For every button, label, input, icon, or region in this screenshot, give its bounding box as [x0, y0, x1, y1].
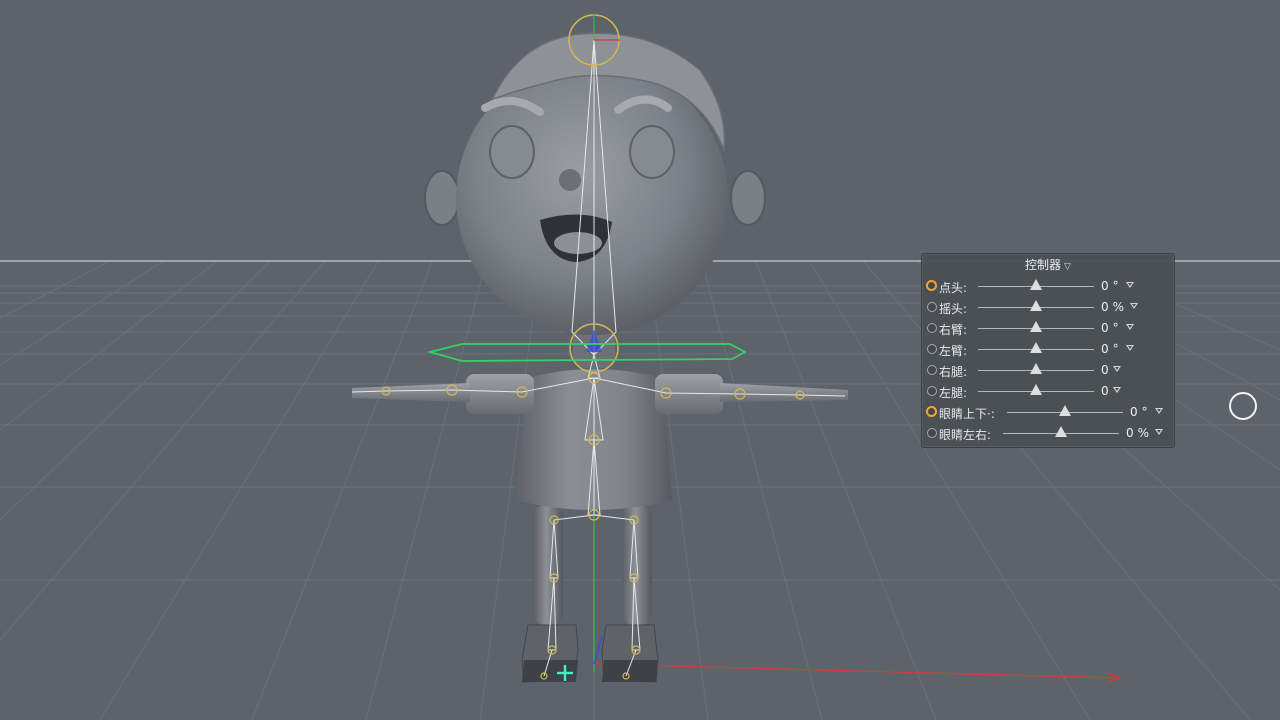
controller-row-label: 摇头:	[939, 302, 968, 316]
controller-value[interactable]: 0 °	[1130, 405, 1148, 419]
slider-thumb[interactable]	[1055, 426, 1067, 437]
slider-thumb[interactable]	[1030, 321, 1042, 332]
caret-down-icon[interactable]	[1126, 345, 1134, 351]
controller-row: 右臂: 0 °	[922, 318, 1174, 339]
caret-down-icon[interactable]	[1155, 429, 1163, 435]
slider-thumb[interactable]	[1030, 342, 1042, 353]
controller-row: 右腿: 0	[922, 360, 1174, 381]
controller-value[interactable]: 0 °	[1101, 321, 1119, 335]
controller-value[interactable]: 0	[1101, 363, 1109, 377]
slider-thumb[interactable]	[1030, 384, 1042, 395]
controller-value-unit: °	[1112, 279, 1119, 293]
keyframe-dot-icon[interactable]	[927, 428, 937, 438]
controller-row-label: 右臂:	[939, 323, 968, 337]
left-eye	[629, 125, 675, 179]
controller-row: 左腿: 0	[922, 381, 1174, 402]
controller-value-number: 0	[1101, 384, 1109, 398]
controller-value-unit: °	[1112, 321, 1119, 335]
3d-viewport[interactable]: 控制器 ▽ 点头: 0 ° 摇头: 0% 右臂: 0 ° 左臂: 0 ° 右腿: 0 左腿: 0 眼睛上下·: 0…	[0, 0, 1280, 720]
controller-value-number: 0	[1101, 321, 1109, 335]
controller-panel-header[interactable]: 控制器 ▽	[922, 254, 1174, 276]
controller-value-number: 0	[1130, 405, 1138, 419]
caret-down-icon[interactable]: ▽	[1064, 262, 1071, 272]
right-sleeve	[466, 374, 534, 414]
controller-row: 左臂: 0 °	[922, 339, 1174, 360]
controller-row: 点头: 0 °	[922, 276, 1174, 297]
keyframe-dot-icon[interactable]	[927, 344, 937, 354]
right-eye	[489, 125, 535, 179]
x-axis-line	[593, 663, 1119, 679]
keyframe-dot-icon[interactable]	[927, 302, 937, 312]
right-shoe-sole	[522, 660, 578, 682]
controller-value-number: 0	[1101, 279, 1109, 293]
controller-value-number: 0	[1101, 300, 1109, 314]
controller-panel: 控制器 ▽ 点头: 0 ° 摇头: 0% 右臂: 0 ° 左臂: 0 ° 右腿: 0 左腿: 0 眼睛上下·: 0…	[921, 253, 1175, 448]
controller-row-label: 左腿:	[939, 386, 968, 400]
caret-down-icon[interactable]	[1130, 303, 1138, 309]
controller-row-label: 左臂:	[939, 344, 968, 358]
controller-value[interactable]: 0	[1101, 384, 1109, 398]
controller-row: 摇头: 0%	[922, 297, 1174, 318]
controller-title: 控制器	[1025, 258, 1062, 272]
caret-down-icon[interactable]	[1126, 282, 1134, 288]
slider-thumb[interactable]	[1030, 300, 1042, 311]
character-model	[352, 32, 848, 683]
keyframe-dot-icon[interactable]	[926, 406, 937, 417]
navigation-circle-icon[interactable]	[1229, 392, 1257, 420]
controller-value[interactable]: 0 °	[1101, 342, 1119, 356]
right-arm	[352, 383, 470, 402]
caret-down-icon[interactable]	[1155, 408, 1163, 414]
slider-thumb[interactable]	[1030, 363, 1042, 374]
caret-down-icon[interactable]	[1113, 366, 1121, 372]
slider-thumb[interactable]	[1030, 279, 1042, 290]
keyframe-dot-icon[interactable]	[927, 323, 937, 333]
controller-row-label: 右腿:	[939, 365, 968, 379]
controller-row-label: 眼睛上下·:	[939, 407, 995, 421]
controller-value-number: 0	[1126, 426, 1134, 440]
controller-value-unit: %	[1112, 300, 1125, 314]
caret-down-icon[interactable]	[1126, 324, 1134, 330]
z-axis-line	[593, 635, 603, 665]
controller-row: 眼睛上下·: 0 °	[922, 402, 1174, 423]
caret-down-icon[interactable]	[1113, 387, 1121, 393]
nose	[559, 169, 581, 191]
controller-value[interactable]: 0 °	[1101, 279, 1119, 293]
keyframe-dot-icon[interactable]	[926, 280, 937, 291]
controller-value-number: 0	[1101, 342, 1109, 356]
keyframe-dot-icon[interactable]	[927, 386, 937, 396]
left-shoe-sole	[602, 660, 658, 682]
controller-value-number: 0	[1101, 363, 1109, 377]
slider-thumb[interactable]	[1059, 405, 1071, 416]
controller-row-label: 眼睛左右:	[939, 428, 992, 442]
controller-value-unit: °	[1141, 405, 1148, 419]
right-leg	[533, 505, 563, 625]
controller-value[interactable]: 0%	[1126, 426, 1149, 440]
controller-value-unit: %	[1137, 426, 1150, 440]
controller-value[interactable]: 0%	[1101, 300, 1124, 314]
keyframe-dot-icon[interactable]	[927, 365, 937, 375]
left-ear	[730, 170, 766, 226]
right-ear	[424, 170, 460, 226]
controller-row-label: 点头:	[939, 281, 968, 295]
controller-value-unit: °	[1112, 342, 1119, 356]
controller-row: 眼睛左右: 0%	[922, 423, 1174, 444]
